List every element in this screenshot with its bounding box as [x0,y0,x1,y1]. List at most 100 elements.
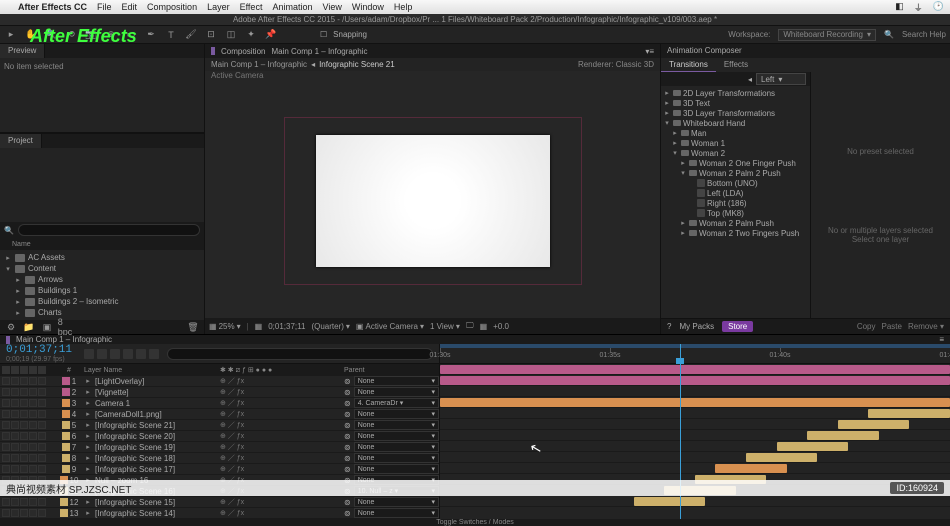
ac-tree-item[interactable]: Top (MK8) [661,208,810,218]
timeline-header-icons[interactable] [84,349,159,359]
ac-tree-item[interactable]: Left (LDA) [661,188,810,198]
track-row[interactable] [440,419,950,430]
layer-row[interactable]: 9 ▸[Infographic Scene 17] ⊕ ／ ƒx ⊚None▾ [0,464,439,475]
panel-menu-icon[interactable]: ▾≡ [645,47,654,56]
track-row[interactable] [440,452,950,463]
ac-tree-item[interactable]: ▸3D Text [661,98,810,108]
pen-tool-icon[interactable]: ✒ [144,28,158,42]
composition-viewer[interactable] [205,83,660,318]
remove-button[interactable]: Remove ▾ [908,322,944,331]
track-row[interactable] [440,375,950,386]
layer-row[interactable]: 13 ▸[Infographic Scene 14] ⊕ ／ ƒx ⊚None▾ [0,508,439,519]
layer-row[interactable]: 6 ▸[Infographic Scene 20] ⊕ ／ ƒx ⊚None▾ [0,431,439,442]
selection-tool-icon[interactable]: ▸ [4,28,18,42]
paste-button[interactable]: Paste [882,322,902,331]
layer-rows[interactable]: 1 ▸[LightOverlay] ⊕ ／ ƒx ⊚None▾ 2 ▸[Vign… [0,376,439,519]
eraser-tool-icon[interactable]: ◫ [224,28,238,42]
layer-row[interactable]: 7 ▸[Infographic Scene 19] ⊕ ／ ƒx ⊚None▾ [0,442,439,453]
ac-tree-item[interactable]: ▸Man [661,128,810,138]
ac-tree-item[interactable]: ▸3D Layer Transformations [661,108,810,118]
col-number[interactable]: # [58,367,80,374]
ac-tree-item[interactable]: Bottom (UNO) [661,178,810,188]
bpc-icon[interactable]: 8 bpc [58,320,72,334]
new-folder-icon[interactable]: 📁 [22,320,36,334]
ac-tree-item[interactable]: ▸Woman 1 [661,138,810,148]
project-tree[interactable]: ▸AC Assets▾Content▸Arrows▸Buildings 1▸Bu… [0,250,204,320]
stamp-tool-icon[interactable]: ⊡ [204,28,218,42]
ac-tab-effects[interactable]: Effects [716,58,756,72]
ac-tree-item[interactable]: ▾Whiteboard Hand [661,118,810,128]
store-qmark-icon[interactable]: ? [667,322,671,331]
ac-tree-item[interactable]: ▾Woman 2 Palm 2 Push [661,168,810,178]
trash-icon[interactable]: 🗑 [186,320,200,334]
renderer-value[interactable]: Classic 3D [616,60,654,69]
timeline-panel-menu-icon[interactable]: ≡ [939,335,944,344]
new-comp-icon[interactable]: ▣ [40,320,54,334]
project-item[interactable]: ▸Charts [0,307,204,318]
mac-menu-animation[interactable]: Animation [272,2,312,12]
workspace-dropdown[interactable]: Whiteboard Recording▾ [778,29,876,41]
store-button[interactable]: Store [722,321,753,332]
snapping-checkbox[interactable]: ☐ [320,30,327,39]
mac-menu-composition[interactable]: Composition [147,2,197,12]
ac-tree-item[interactable]: ▸Woman 2 Palm Push [661,218,810,228]
layer-bar[interactable] [746,453,817,462]
track-row[interactable] [440,463,950,474]
roto-tool-icon[interactable]: ✦ [244,28,258,42]
ac-tab-transitions[interactable]: Transitions [661,58,716,72]
mac-menu-layer[interactable]: Layer [207,2,230,12]
mac-menu-edit[interactable]: Edit [122,2,138,12]
layer-bar[interactable] [838,420,909,429]
work-area-bar[interactable] [440,344,950,348]
crumb-1[interactable]: Main Comp 1 – Infographic [211,60,307,69]
layer-row[interactable]: 1 ▸[LightOverlay] ⊕ ／ ƒx ⊚None▾ [0,376,439,387]
my-packs-link[interactable]: My Packs [679,322,714,331]
col-parent[interactable]: Parent [340,367,439,374]
layer-bar[interactable] [777,442,848,451]
layer-bar[interactable] [715,464,786,473]
ac-preset-tree[interactable]: ▸2D Layer Transformations▸3D Text▸3D Lay… [661,86,810,318]
viewer-quality-dropdown[interactable]: (Quarter) ▾ [311,322,349,331]
project-search-input[interactable] [18,224,200,236]
viewer-views-dropdown[interactable]: 1 View ▾ [430,322,460,331]
project-item[interactable]: ▸Arrows [0,274,204,285]
track-row[interactable] [440,408,950,419]
project-name-column[interactable]: Name [12,241,31,248]
viewer-timecode[interactable]: 0;01;37;11 [268,322,305,331]
time-ruler[interactable]: 01:30s01:35s01:40s01:45s [440,344,950,364]
layer-bar[interactable] [634,497,705,506]
layer-row[interactable]: 5 ▸[Infographic Scene 21] ⊕ ／ ƒx ⊚None▾ [0,420,439,431]
col-layer-name[interactable]: Layer Name [80,367,220,374]
track-row[interactable] [440,364,950,375]
ac-tree-item[interactable]: Right (186) [661,198,810,208]
ac-tree-item[interactable]: ▸Woman 2 Two Fingers Push [661,228,810,238]
brush-tool-icon[interactable]: 🖌 [184,28,198,42]
copy-button[interactable]: Copy [857,322,876,331]
toggle-switches-modes[interactable]: Toggle Switches / Modes [436,519,513,526]
search-help-label[interactable]: Search Help [902,30,946,39]
search-help-icon[interactable]: 🔍 [884,30,894,39]
layer-bar[interactable] [440,398,950,407]
ac-tree-item[interactable]: ▸2D Layer Transformations [661,88,810,98]
toggle-mask-icon[interactable]: ▦ [480,322,488,331]
track-row[interactable] [440,397,950,408]
mac-menu-view[interactable]: View [322,2,341,12]
layer-bar[interactable] [807,431,878,440]
zoom-dropdown[interactable]: ▦ 25% ▾ [209,322,241,331]
track-row[interactable] [440,430,950,441]
timeline-search-input[interactable] [167,348,433,360]
ac-prev-icon[interactable]: ◂ [748,75,752,84]
ac-tree-item[interactable]: ▾Woman 2 [661,148,810,158]
project-item[interactable]: ▸Buildings 1 [0,285,204,296]
interpret-footage-icon[interactable]: ⚙ [4,320,18,334]
layer-row[interactable]: 3 ▸Camera 1 ⊕ ／ ƒx ⊚4. CameraDr ▾▾ [0,398,439,409]
resolution-icon[interactable]: ▦ [255,322,263,331]
toggle-pixel-icon[interactable]: 🖵 [466,321,474,331]
project-tab[interactable]: Project [0,134,42,148]
layer-bar[interactable] [868,409,950,418]
track-row[interactable] [440,496,950,507]
layer-bar[interactable] [440,365,950,374]
layer-row[interactable]: 4 ▸[CameraDoll1.png] ⊕ ／ ƒx ⊚None▾ [0,409,439,420]
layer-row[interactable]: 8 ▸[Infographic Scene 18] ⊕ ／ ƒx ⊚None▾ [0,453,439,464]
layer-row[interactable]: 12 ▸[Infographic Scene 15] ⊕ ／ ƒx ⊚None▾ [0,497,439,508]
